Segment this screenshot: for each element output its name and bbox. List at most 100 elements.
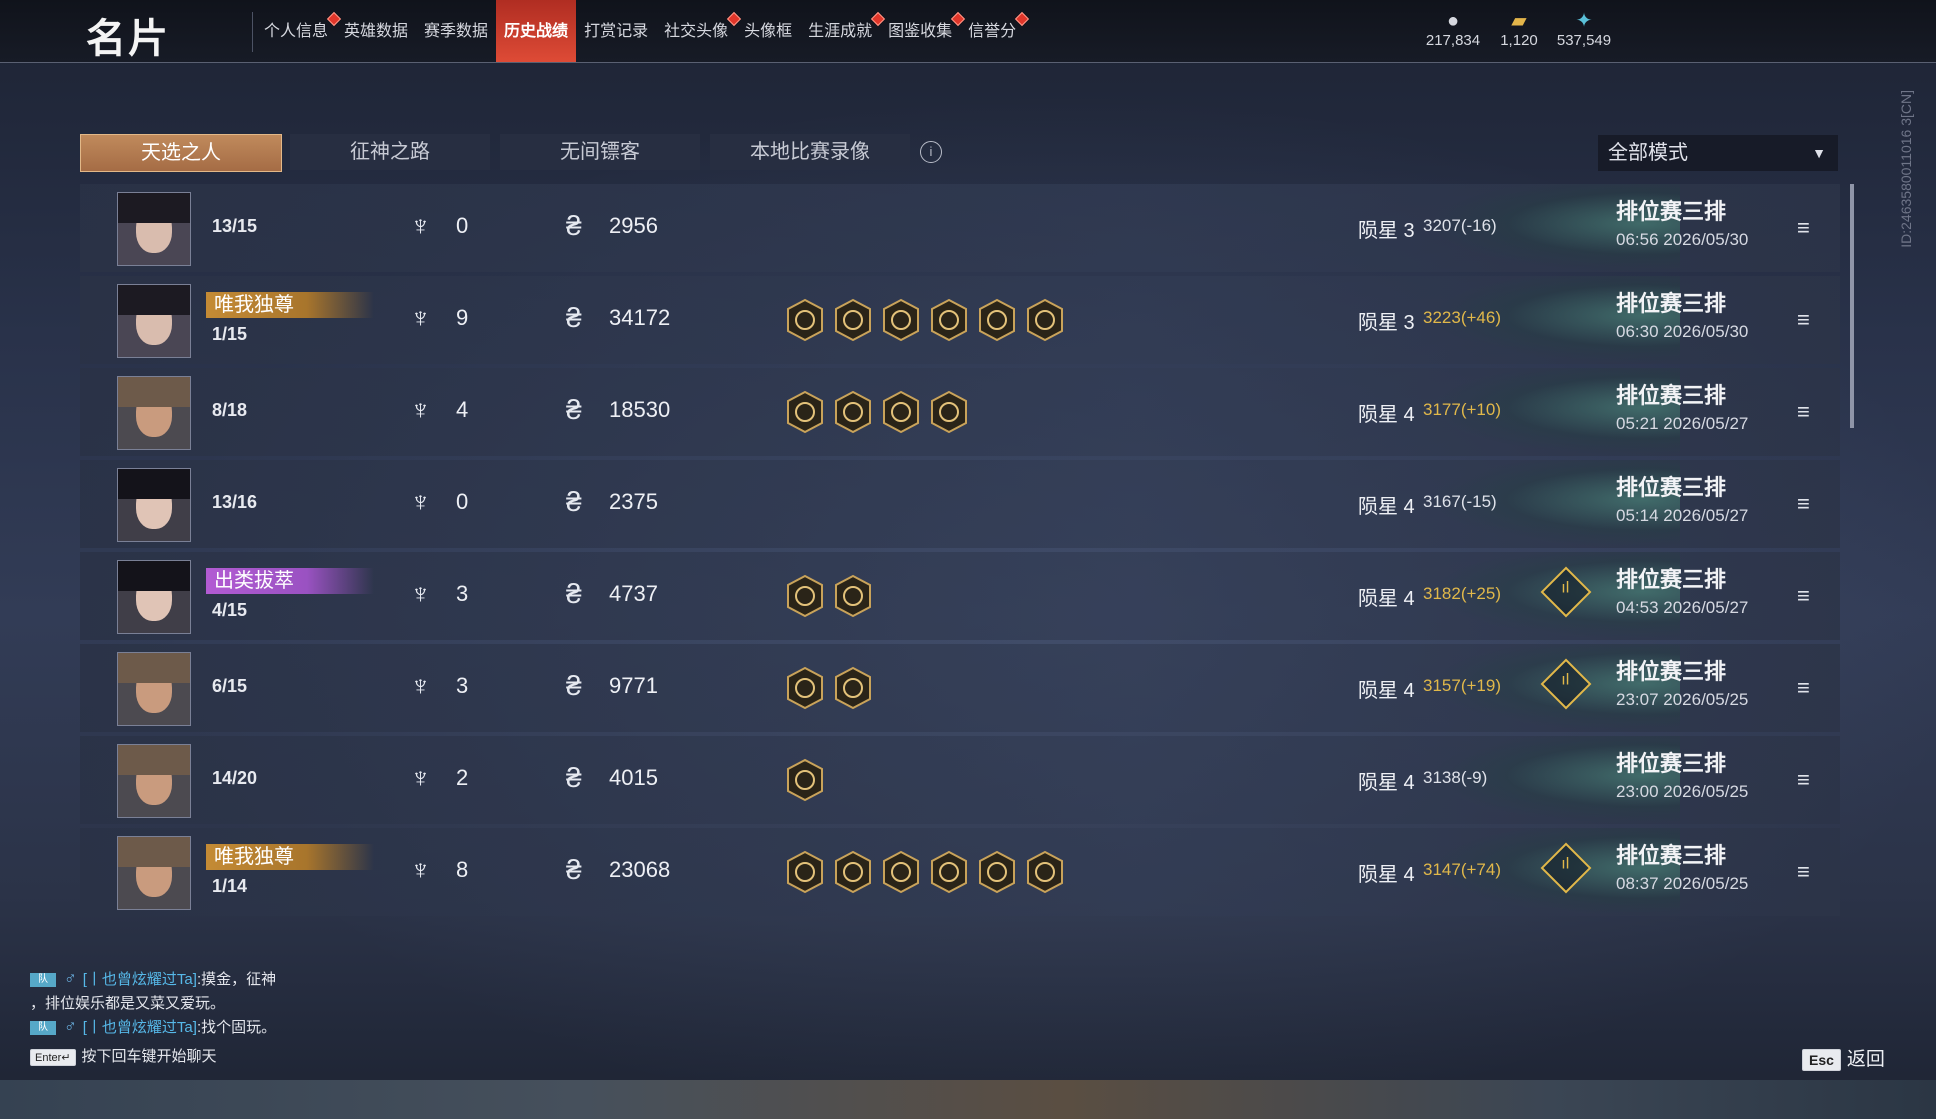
crossed-swords-badge-icon[interactable] [785,758,825,802]
swirl-badge-icon[interactable] [785,390,825,434]
hero-avatar [117,744,191,818]
damage-value: 23068 [609,857,671,882]
kill-trident-icon: ♆ [410,762,431,793]
skull-badge-icon[interactable] [785,666,825,710]
demon-badge-icon[interactable] [785,850,825,894]
subtab-tianxuan[interactable]: 天选之人 [80,134,282,172]
helmet-badge-icon[interactable] [929,390,969,434]
crossed-swords-badge-icon[interactable] [881,390,921,434]
rank-tier: 陨星 3 [1358,220,1415,242]
tab-2[interactable]: 赛季数据 [416,0,496,62]
achievement-badges [785,390,977,434]
match-mode: 排位赛三排 [1616,843,1727,868]
hero-avatar [117,192,191,266]
background-scenery-strip [0,1080,1936,1119]
match-row[interactable]: 13/16 ♆ 0 ₴ 2375 陨星 4 3167(-15) 排位赛三排 05:14 2026… [80,460,1840,548]
kill-count: 0 [456,213,469,238]
rank-score: 3147(+74) [1423,860,1501,879]
tab-7[interactable]: 生涯成就 [800,0,886,62]
kill-trident-icon: ♆ [410,854,431,885]
male-icon: ♂ [64,969,77,988]
details-menu-icon[interactable]: ≡ [1797,583,1810,609]
match-row[interactable]: 唯我独尊 1/14 ♆ 8 ₴ 23068 陨星 4 3147(+74) ıl 排位赛三排 08:3… [80,828,1840,916]
skull-badge-icon[interactable] [833,390,873,434]
subtab-wujian[interactable]: 无间镖客 [500,134,700,170]
tab-9[interactable]: 信誉分 [960,0,1030,62]
tab-label: 赛季数据 [424,23,489,40]
crossed-swords-badge-icon[interactable] [1025,298,1065,342]
subtab-local-replays[interactable]: 本地比赛录像 [710,134,910,170]
damage-icon: ₴ [566,762,582,793]
page-title: 名片 [86,17,170,61]
tab-0[interactable]: 个人信息 [256,0,342,62]
claw-badge-icon[interactable] [929,298,969,342]
match-history-list: 13/15 ♆ 0 ₴ 2956 陨星 3 3207(-16) 排位赛三排 06:56 2026… [80,184,1840,920]
tab-1[interactable]: 英雄数据 [336,0,416,62]
tower-badge-icon[interactable] [881,850,921,894]
chat-message: 队 ♂ [丨也曾炫耀过Ta]:摸金，征神 [30,968,276,989]
rank-score: 3167(-15) [1423,492,1497,511]
tab-label: 头像框 [744,23,793,40]
details-menu-icon[interactable]: ≡ [1797,859,1810,885]
tab-label: 信誉分 [968,23,1017,40]
avatar-hair [118,745,190,775]
slash-badge-icon[interactable] [881,298,921,342]
avatar-hair [118,837,190,867]
tab-3[interactable]: 历史战绩 [496,0,577,62]
crossed-swords-badge-icon[interactable] [1025,850,1065,894]
chat-enter-hint[interactable]: Enter↵ 按下回车键开始聊天 [30,1045,217,1066]
shield-badge-icon[interactable] [833,574,873,618]
dragon-badge-icon[interactable] [929,850,969,894]
info-icon[interactable]: i [920,141,942,163]
details-menu-icon[interactable]: ≡ [1797,215,1810,241]
details-menu-icon[interactable]: ≡ [1797,767,1810,793]
kill-trident-icon: ♆ [410,302,431,333]
bar-chart-glyph: ıl [1561,579,1570,597]
tab-8[interactable]: 图鉴收集 [880,0,966,62]
chat-speaker[interactable]: [丨也曾炫耀过Ta] [83,971,197,988]
match-row[interactable]: 出类拔萃 4/15 ♆ 3 ₴ 4737 陨星 4 3182(+25) ıl 排位赛三排 04:53… [80,552,1840,640]
tab-4[interactable]: 打赏记录 [576,0,656,62]
chat-message: 队 ♂ [丨也曾炫耀过Ta]:找个固玩。 [30,1016,276,1037]
tab-label: 生涯成就 [808,23,873,40]
tab-5[interactable]: 社交头像 [656,0,742,62]
rank-score: 3138(-9) [1423,768,1488,787]
skull-badge-icon[interactable] [977,850,1017,894]
tab-label: 个人信息 [264,23,329,40]
kill-count: 3 [456,673,469,698]
details-menu-icon[interactable]: ≡ [1797,399,1810,425]
achievement-badges [785,666,881,710]
kill-trident-icon: ♆ [410,578,431,609]
match-row[interactable]: 唯我独尊 1/15 ♆ 9 ₴ 34172 陨星 3 3223(+46) 排位赛三排 06:30 … [80,276,1840,364]
male-icon: ♂ [64,1017,77,1036]
list-scrollbar[interactable] [1850,184,1854,428]
tab-6[interactable]: 头像框 [736,0,800,62]
kill-trident-icon: ♆ [410,670,431,701]
swirl-badge-icon[interactable] [833,298,873,342]
bar-chart-glyph: ıl [1561,671,1570,689]
rank-tier: 陨星 4 [1358,588,1415,610]
alert-dot-icon [1015,11,1030,27]
avatar-hair [118,469,190,499]
match-row[interactable]: 8/18 ♆ 4 ₴ 18530 陨星 4 3177(+10) 排位赛三排 05:21 2026… [80,368,1840,456]
skull-badge-icon[interactable] [977,298,1017,342]
honor-title-badge: 出类拔萃 [206,568,374,594]
details-menu-icon[interactable]: ≡ [1797,675,1810,701]
mode-filter-dropdown[interactable]: 全部模式 ▼ [1598,135,1838,171]
damage-value: 34172 [609,305,671,330]
subtab-zhengshen[interactable]: 征神之路 [290,134,490,170]
tab-label: 英雄数据 [344,23,409,40]
crossed-swords-badge-icon[interactable] [833,666,873,710]
dragon-badge-icon[interactable] [785,574,825,618]
demon-badge-icon[interactable] [785,298,825,342]
match-row[interactable]: 6/15 ♆ 3 ₴ 9771 陨星 4 3157(+19) ıl 排位赛三排 23:07 202… [80,644,1840,732]
swirl-badge-icon[interactable] [833,850,873,894]
chat-speaker[interactable]: [丨也曾炫耀过Ta] [83,1019,197,1036]
tab-label: 历史战绩 [504,23,569,40]
match-row[interactable]: 14/20 ♆ 2 ₴ 4015 陨星 4 3138(-9) 排位赛三排 23:00 2026/… [80,736,1840,824]
back-button[interactable]: Esc 返回 [1802,1044,1885,1071]
match-row[interactable]: 13/15 ♆ 0 ₴ 2956 陨星 3 3207(-16) 排位赛三排 06:56 2026… [80,184,1840,272]
chat-text: :找个固玩。 [196,1019,277,1036]
details-menu-icon[interactable]: ≡ [1797,307,1810,333]
details-menu-icon[interactable]: ≡ [1797,491,1810,517]
